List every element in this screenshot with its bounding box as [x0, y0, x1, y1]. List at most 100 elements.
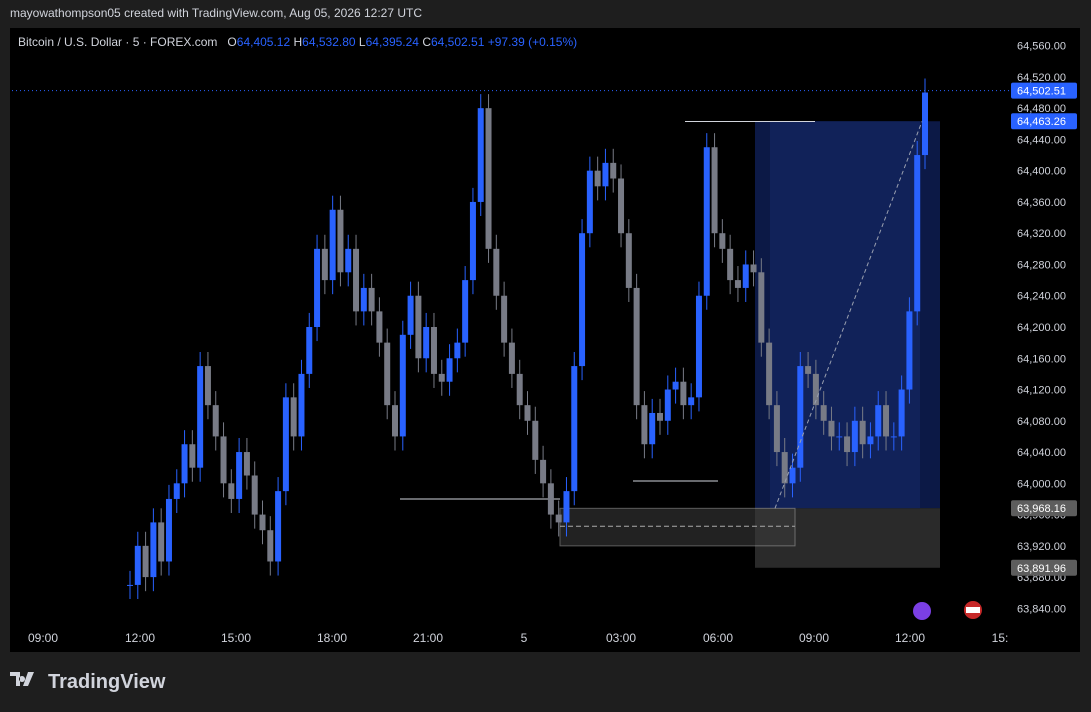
candle-body [758, 272, 765, 343]
candlestick-chart[interactable]: 64,560.0064,520.0064,480.0064,440.0064,4… [0, 0, 1091, 712]
y-tick-label: 64,000.00 [1017, 478, 1066, 490]
candle-body [150, 522, 157, 578]
candle-body [360, 287, 367, 312]
candle-body [883, 405, 890, 437]
symbol-info-bar: Bitcoin / U.S. Dollar · 5 · FOREX.com O6… [18, 35, 577, 49]
price-label: 64,463.26 [1017, 116, 1066, 128]
candle-body [477, 108, 484, 202]
candle-body [703, 147, 710, 296]
x-tick-label: 06:00 [703, 631, 733, 645]
candle-body [844, 436, 851, 453]
candle-body [462, 280, 469, 343]
candle-body [914, 155, 921, 312]
candle-body [508, 342, 515, 374]
candle-body [742, 264, 749, 288]
candle-body [594, 170, 601, 187]
candle-body [532, 420, 539, 460]
candle-body [158, 522, 165, 562]
open-label: O [227, 35, 237, 49]
candle-body [890, 436, 897, 438]
y-tick-label: 64,360.00 [1017, 197, 1066, 209]
candle-body [602, 162, 609, 187]
candle-body [127, 584, 133, 586]
x-tick-label: 09:00 [28, 631, 58, 645]
candle-body [399, 334, 406, 437]
candle-body [384, 342, 391, 406]
ai-assistant-icon[interactable] [913, 602, 931, 620]
candle-body [898, 389, 905, 437]
candle-body [415, 295, 422, 359]
candle-body [259, 514, 266, 531]
candle-body [173, 483, 180, 499]
candle-body [228, 483, 235, 499]
candle-body [329, 209, 336, 281]
y-tick-label: 64,440.00 [1017, 134, 1066, 146]
candle-body [220, 436, 227, 484]
candle-body [867, 436, 874, 445]
candle-body [618, 178, 625, 234]
y-tick-label: 63,920.00 [1017, 541, 1066, 553]
candle-body [204, 366, 211, 406]
change-value: +97.39 (+0.15%) [487, 35, 578, 49]
open-value: 64,405.12 [236, 35, 291, 49]
candle-body [446, 358, 453, 382]
candle-body [586, 170, 593, 234]
candle-body [298, 373, 305, 437]
low-label: L [358, 35, 366, 49]
candle-body [540, 459, 547, 484]
candle-body [773, 405, 780, 453]
candle-body [633, 287, 640, 406]
y-tick-label: 64,280.00 [1017, 259, 1066, 271]
symbol-name[interactable]: Bitcoin / U.S. Dollar · 5 · FOREX.com [18, 35, 217, 49]
x-tick-label: 03:00 [606, 631, 636, 645]
high-value: 64,532.80 [302, 35, 356, 49]
us-flag-stripe [966, 607, 980, 613]
price-label: 63,968.16 [1017, 503, 1066, 515]
y-tick-label: 64,200.00 [1017, 322, 1066, 334]
candle-body [922, 92, 928, 156]
candle-body [181, 444, 188, 484]
close-label: C [422, 35, 431, 49]
candle-body [267, 530, 274, 562]
x-tick-label: 12:00 [125, 631, 155, 645]
candle-body [493, 248, 500, 296]
x-tick-label: 09:00 [799, 631, 829, 645]
candle-body [353, 248, 360, 312]
candle-body [906, 311, 913, 390]
candle-body [571, 366, 578, 492]
candle-body [875, 405, 882, 437]
demand-zone [559, 507, 796, 547]
x-tick-label: 18:00 [317, 631, 347, 645]
candle-body [851, 420, 858, 453]
x-tick-label: 12:00 [895, 631, 925, 645]
candle-body [501, 295, 508, 343]
candle-body [197, 366, 204, 468]
candle-body [376, 311, 383, 343]
candle-body [337, 209, 344, 273]
candle-body [236, 452, 243, 499]
y-tick-label: 64,120.00 [1017, 385, 1066, 397]
candle-body [165, 498, 172, 562]
candle-body [688, 397, 695, 406]
candle-body [368, 287, 375, 312]
y-tick-label: 64,560.00 [1017, 41, 1066, 53]
price-label: 63,891.96 [1017, 563, 1066, 575]
candle-body [142, 545, 149, 578]
candle-body [610, 162, 617, 179]
candle-body [766, 342, 773, 406]
candle-body [407, 295, 414, 335]
candle-body [392, 405, 398, 437]
candle-body [789, 467, 796, 484]
y-tick-label: 64,240.00 [1017, 291, 1066, 303]
candle-body [828, 420, 835, 437]
x-tick-label: 15: [992, 631, 1009, 645]
candle-body [306, 327, 313, 374]
close-value: 64,502.51 [431, 35, 485, 49]
candle-body [516, 373, 523, 406]
candle-body [134, 545, 141, 585]
x-tick-label: 5 [521, 631, 528, 645]
candle-body [314, 248, 321, 327]
candle-body [727, 248, 734, 281]
candle-body [212, 405, 219, 437]
candle-body [563, 491, 570, 523]
